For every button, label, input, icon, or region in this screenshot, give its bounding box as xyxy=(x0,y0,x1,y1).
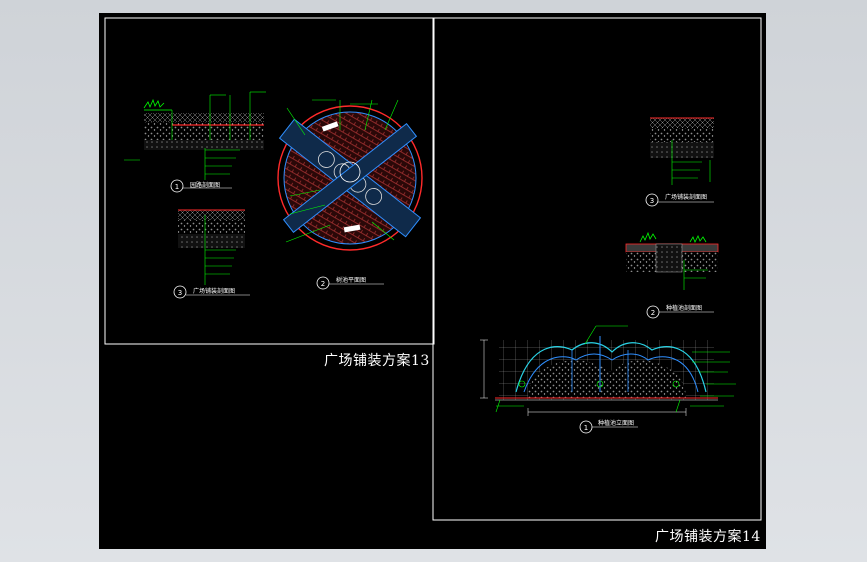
detail-caption: 广场铺装剖面图 xyxy=(193,287,235,295)
cad-drawing: 1 园路剖面图 3 广场铺装剖面图 2 树池平面图 3 广场铺装剖面图 2 种植… xyxy=(99,13,766,549)
detail-number: 2 xyxy=(651,309,655,317)
detail-caption: 树池平面图 xyxy=(336,276,366,284)
detail-number: 3 xyxy=(650,197,654,205)
sheet-13-title: 广场铺装方案13 xyxy=(324,353,430,369)
detail-number: 1 xyxy=(175,183,179,191)
cad-viewport[interactable]: 1 园路剖面图 3 广场铺装剖面图 2 树池平面图 3 广场铺装剖面图 2 种植… xyxy=(0,0,867,562)
detail-number: 2 xyxy=(321,280,325,288)
detail-caption: 广场铺装剖面图 xyxy=(665,193,707,201)
detail-caption: 种植池立面图 xyxy=(598,419,634,427)
detail-number: 1 xyxy=(584,424,588,432)
sheet-14-title: 广场铺装方案14 xyxy=(655,529,761,545)
detail-number: 3 xyxy=(178,289,182,297)
detail-caption: 种植池剖面图 xyxy=(666,304,702,312)
